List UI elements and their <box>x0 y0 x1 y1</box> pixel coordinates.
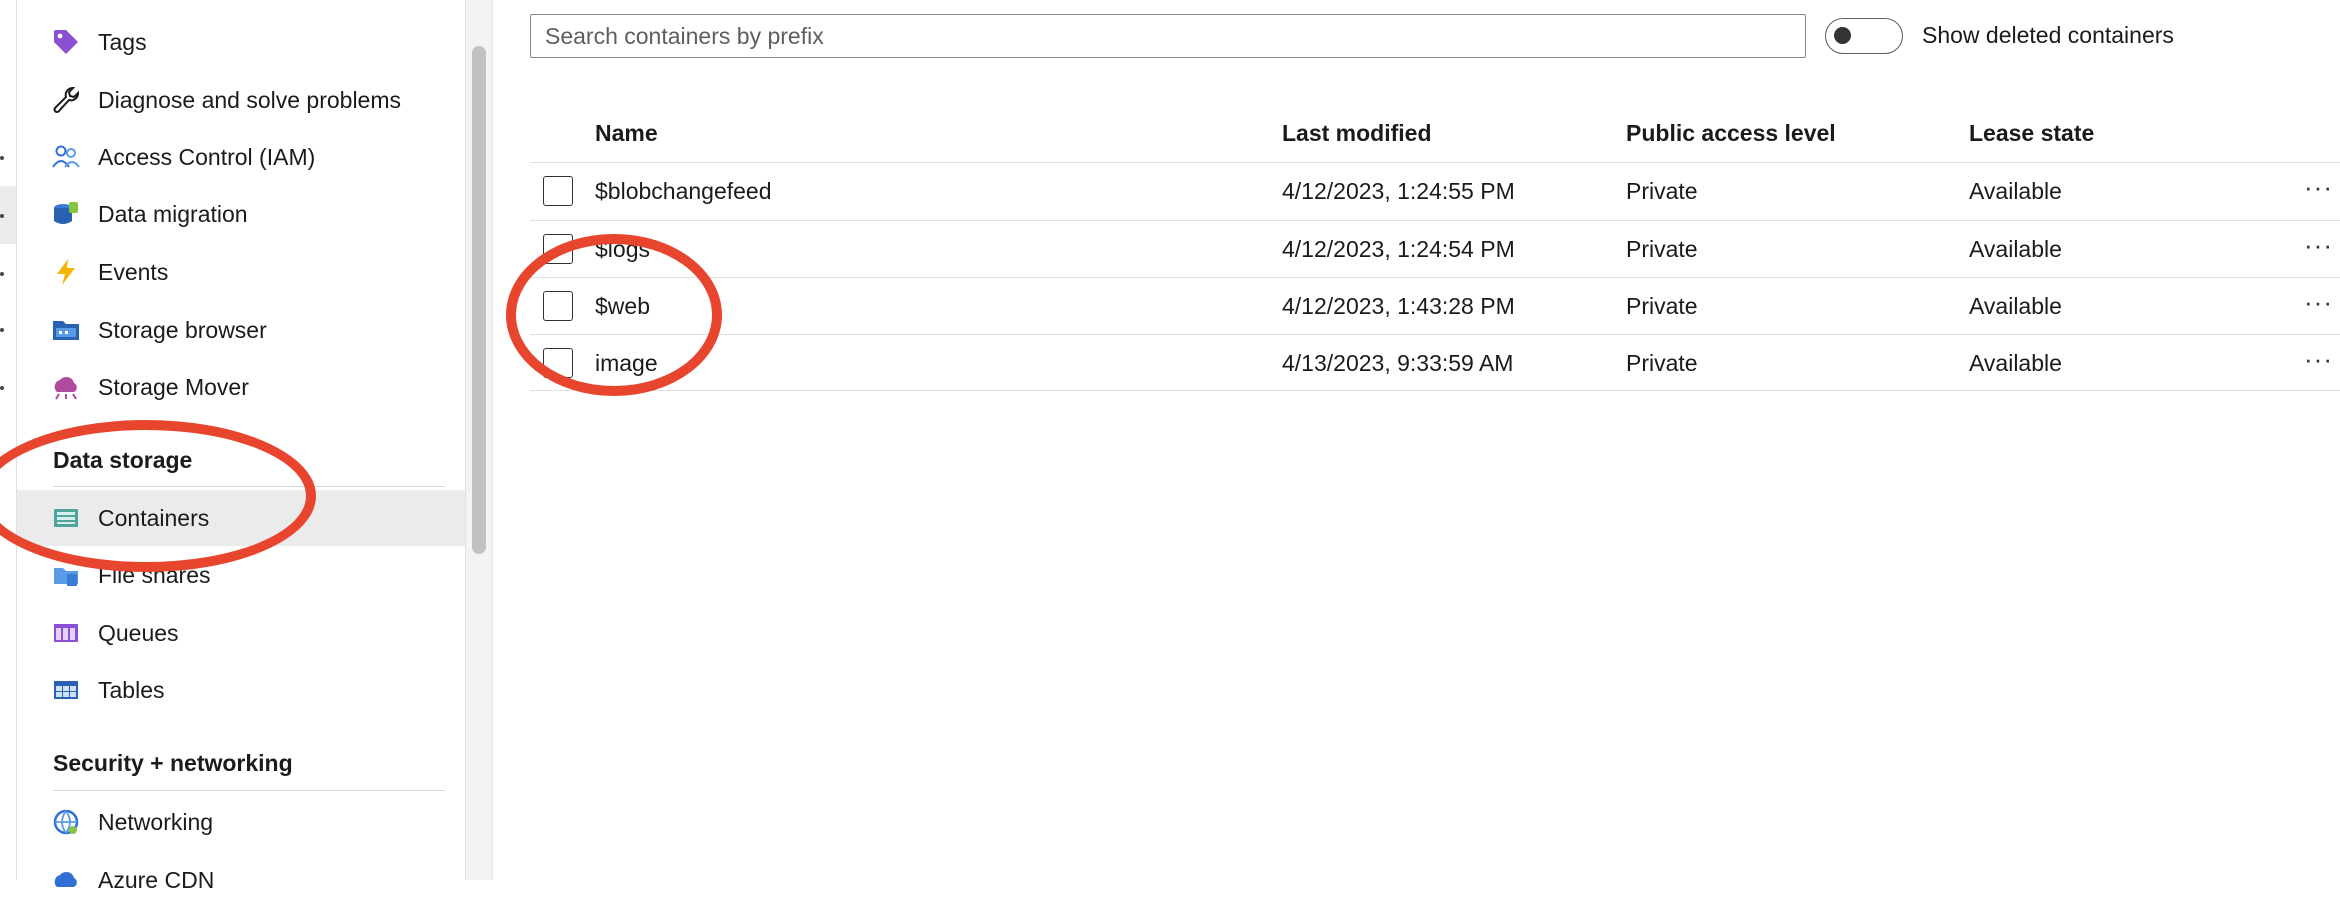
access-level: Private <box>1626 350 1698 376</box>
sidebar-item-events[interactable]: Events <box>17 244 465 300</box>
row-divider <box>530 390 2340 391</box>
container-name[interactable]: $blobchangefeed <box>595 178 772 205</box>
strip-dot <box>0 214 4 218</box>
more-options-icon[interactable]: ··· <box>2304 287 2333 318</box>
container-name[interactable]: $web <box>595 293 650 320</box>
sidebar-item-containers[interactable]: Containers <box>17 490 465 546</box>
sidebar-item-label: Tags <box>98 28 147 55</box>
section-header-data-storage: Data storage <box>53 447 193 473</box>
last-modified: 4/12/2023, 1:24:54 PM <box>1282 236 1515 262</box>
lease-state: Available <box>1969 350 2062 376</box>
table-row[interactable]: $web 4/12/2023, 1:43:28 PM Private Avail… <box>530 278 2340 335</box>
table-row[interactable]: image 4/13/2023, 9:33:59 AM Private Avai… <box>530 335 2340 392</box>
wrench-icon <box>53 87 79 113</box>
sidebar-item-diagnose[interactable]: Diagnose and solve problems <box>17 72 465 128</box>
storage-mover-icon <box>54 376 77 400</box>
table-row[interactable]: $logs 4/12/2023, 1:24:54 PM Private Avai… <box>530 221 2340 278</box>
people-icon <box>52 145 80 168</box>
toggle-knob <box>1834 27 1851 44</box>
sidebar-item-label: Tables <box>98 676 165 703</box>
table-row[interactable]: $blobchangefeed 4/12/2023, 1:24:55 PM Pr… <box>530 163 2340 220</box>
access-level: Private <box>1626 178 1698 204</box>
sidebar-item-storage-mover[interactable]: Storage Mover <box>17 359 465 415</box>
container-name[interactable]: $logs <box>595 236 650 263</box>
strip-dot <box>0 386 4 390</box>
show-deleted-toggle[interactable] <box>1825 18 1903 54</box>
lease-state: Available <box>1969 178 2062 204</box>
queues-icon <box>54 624 78 642</box>
row-checkbox[interactable] <box>543 176 573 206</box>
resource-menu-sidebar: Tags Diagnose and solve problems Access … <box>17 0 466 893</box>
sidebar-item-label: Networking <box>98 808 214 835</box>
sidebar-item-label: Data migration <box>98 200 248 227</box>
sidebar-item-file-shares[interactable]: File shares <box>17 547 465 603</box>
containers-icon <box>54 509 78 527</box>
sidebar-item-label: Containers <box>98 504 210 531</box>
row-checkbox[interactable] <box>543 348 573 378</box>
sidebar-item-networking[interactable]: Networking <box>17 794 465 850</box>
last-modified: 4/12/2023, 1:43:28 PM <box>1282 293 1515 319</box>
tables-icon <box>54 681 78 699</box>
pane-divider <box>492 0 493 880</box>
access-level: Private <box>1626 236 1698 262</box>
sidebar-item-label: Events <box>98 258 169 285</box>
tag-icon <box>54 30 78 54</box>
sidebar-item-label: Diagnose and solve problems <box>98 86 402 113</box>
sidebar-item-tables[interactable]: Tables <box>17 662 465 718</box>
last-modified: 4/12/2023, 1:24:55 PM <box>1282 178 1515 204</box>
left-nav-strip <box>0 0 17 880</box>
more-options-icon[interactable]: ··· <box>2304 172 2333 203</box>
data-migration-icon <box>54 202 78 224</box>
last-modified: 4/13/2023, 9:33:59 AM <box>1282 350 1514 376</box>
column-header-lease-state[interactable]: Lease state <box>1969 120 2094 147</box>
networking-icon <box>53 809 79 835</box>
sidebar-item-label: File shares <box>98 561 211 588</box>
strip-dot <box>0 328 4 332</box>
search-box[interactable] <box>530 14 1806 58</box>
sidebar-item-access-control[interactable]: Access Control (IAM) <box>17 129 465 185</box>
sidebar-item-label: Azure CDN <box>98 866 215 893</box>
section-divider <box>53 486 445 487</box>
sidebar-item-label: Access Control (IAM) <box>98 143 316 170</box>
access-level: Private <box>1626 293 1698 319</box>
strip-dot <box>0 156 4 160</box>
sidebar-item-label: Storage browser <box>98 316 267 343</box>
section-header-security: Security + networking <box>53 750 293 776</box>
strip-dot <box>0 272 4 276</box>
sidebar-item-storage-browser[interactable]: Storage browser <box>17 302 465 358</box>
container-name[interactable]: image <box>595 350 658 377</box>
column-header-last-modified[interactable]: Last modified <box>1282 120 1432 147</box>
row-checkbox[interactable] <box>543 291 573 321</box>
lease-state: Available <box>1969 236 2062 262</box>
sidebar-item-azure-cdn[interactable]: Azure CDN <box>17 852 465 908</box>
sidebar-scrollbar-thumb[interactable] <box>472 46 486 554</box>
more-options-icon[interactable]: ··· <box>2304 230 2333 261</box>
lease-state: Available <box>1969 293 2062 319</box>
row-checkbox[interactable] <box>543 234 573 264</box>
sidebar-item-queues[interactable]: Queues <box>17 605 465 661</box>
storage-browser-icon <box>53 321 79 340</box>
more-options-icon[interactable]: ··· <box>2304 344 2333 375</box>
search-input[interactable] <box>531 15 1805 57</box>
show-deleted-label: Show deleted containers <box>1922 22 2174 48</box>
column-header-name[interactable]: Name <box>595 120 658 147</box>
file-shares-icon <box>54 568 78 586</box>
sidebar-item-label: Queues <box>98 619 179 646</box>
column-header-access-level[interactable]: Public access level <box>1626 120 1836 147</box>
section-divider <box>53 790 445 791</box>
sidebar-item-data-migration[interactable]: Data migration <box>17 186 465 242</box>
sidebar-item-label: Storage Mover <box>98 373 249 400</box>
sidebar-item-tags[interactable]: Tags <box>17 14 465 70</box>
cdn-icon <box>54 871 77 887</box>
lightning-icon <box>57 259 75 285</box>
